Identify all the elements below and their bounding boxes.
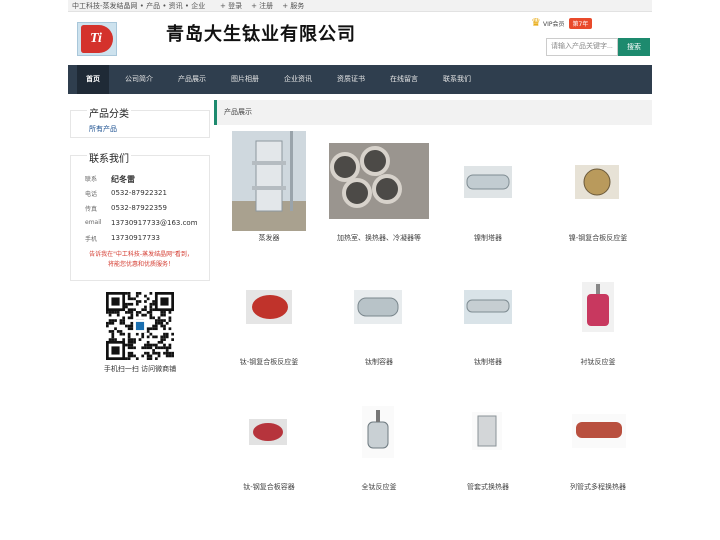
qr-code: [106, 292, 174, 360]
product-name[interactable]: 全钛反应釜: [324, 482, 434, 492]
contact-value: 0532-87922321: [111, 189, 167, 197]
section-title: 产品展示: [214, 100, 652, 125]
contact-label: email: [85, 219, 102, 226]
promo-note-line: 将能您优惠和优质服务！: [107, 261, 174, 268]
contact-value: 纪冬雷: [111, 175, 135, 184]
search-button[interactable]: 搜索: [618, 38, 650, 56]
category-box: 产品分类 所有产品: [70, 105, 210, 138]
top-links: + 登录 + 注册 + 服务: [220, 0, 304, 12]
service-link[interactable]: + 服务: [282, 0, 304, 12]
product-image[interactable]: [232, 131, 306, 231]
contact-row: 手机 13730917733: [85, 234, 160, 243]
contact-title: 联系我们: [87, 150, 131, 165]
nav-item-news[interactable]: 企业资讯: [275, 65, 321, 94]
product-image[interactable]: [582, 282, 614, 332]
vip-badge: ♛ VIP会员 第7年: [531, 16, 593, 30]
product-name[interactable]: 蒸发器: [214, 233, 324, 243]
product-image[interactable]: [464, 166, 512, 198]
nav-item-about[interactable]: 公司简介: [116, 65, 162, 94]
product-image[interactable]: [575, 165, 619, 199]
contact-label: 电话: [85, 191, 98, 198]
contact-value: 0532-87922359: [111, 204, 167, 212]
product-name[interactable]: 列管式多程换热器: [543, 482, 653, 492]
company-logo[interactable]: Ti: [77, 22, 117, 56]
company-name: 青岛大生钛业有限公司: [166, 24, 356, 45]
search-input[interactable]: 请输入产品关键字...: [546, 38, 618, 56]
product-image[interactable]: [472, 412, 502, 450]
product-image[interactable]: [464, 290, 512, 324]
contact-row: email 13730917733@163.com: [85, 219, 198, 227]
promo-note-line: 告诉我在"中工科技-蒸发结晶网"看到，: [89, 251, 193, 258]
category-title: 产品分类: [87, 105, 131, 120]
vip-label: VIP会员: [543, 20, 565, 28]
product-name[interactable]: 镍制塔器: [433, 233, 543, 243]
contact-box: 联系我们 联系 纪冬雷 电话 0532-87922321 传真 0532-879…: [70, 150, 210, 281]
contact-row: 传真 0532-87922359: [85, 204, 167, 213]
product-name[interactable]: 加热室、换热器、冷凝器等: [324, 233, 434, 243]
nav-item-products[interactable]: 产品展示: [169, 65, 215, 94]
top-bar: 中工科技-蒸发结晶网 • 产品 • 资讯 • 企业 + 登录 + 注册 + 服务: [68, 0, 652, 12]
product-name[interactable]: 钛制容器: [324, 357, 434, 367]
login-link[interactable]: + 登录: [220, 0, 242, 12]
nav-item-certificates[interactable]: 资质证书: [328, 65, 374, 94]
product-name[interactable]: 钛-钢复合板容器: [214, 482, 324, 492]
product-image[interactable]: [354, 290, 402, 324]
nav-item-contact[interactable]: 联系我们: [434, 65, 480, 94]
product-name[interactable]: 钛-钢复合板反应釜: [214, 357, 324, 367]
crown-icon: ♛: [531, 16, 541, 29]
product-image[interactable]: [249, 419, 287, 445]
product-name[interactable]: 衬钛反应釜: [543, 357, 653, 367]
product-image[interactable]: [246, 290, 292, 324]
contact-row: 电话 0532-87922321: [85, 189, 167, 198]
all-products-link[interactable]: 所有产品: [89, 124, 117, 134]
promo-note: 告诉我在"中工科技-蒸发结晶网"看到， 将能您优惠和优质服务！: [81, 250, 201, 270]
product-name[interactable]: 钛制塔器: [433, 357, 543, 367]
contact-value: 13730917733: [111, 234, 160, 242]
product-name[interactable]: 镍-钢复合板反应釜: [543, 233, 653, 243]
nav-item-home[interactable]: 首页: [77, 65, 109, 94]
contact-row: 联系 纪冬雷: [85, 174, 135, 185]
site-breadcrumb[interactable]: 中工科技-蒸发结晶网 • 产品 • 资讯 • 企业: [72, 0, 205, 12]
product-name[interactable]: 管套式换热器: [433, 482, 543, 492]
product-image[interactable]: [329, 143, 429, 219]
register-link[interactable]: + 注册: [251, 0, 273, 12]
nav-item-message[interactable]: 在线留言: [381, 65, 427, 94]
qr-caption: 手机扫一扫 访问微商铺: [103, 365, 177, 373]
contact-label: 手机: [85, 236, 98, 243]
vip-years: 第7年: [568, 17, 593, 29]
nav-item-album[interactable]: 图片相册: [222, 65, 268, 94]
main-nav: 首页 公司简介 产品展示 图片相册 企业资讯 资质证书 在线留言 联系我们: [68, 65, 652, 94]
contact-label: 传真: [85, 206, 98, 213]
contact-value[interactable]: 13730917733@163.com: [111, 219, 198, 227]
product-image[interactable]: [572, 414, 626, 448]
logo-text: Ti: [90, 31, 102, 46]
product-image[interactable]: [362, 406, 394, 458]
contact-label: 联系: [85, 176, 98, 183]
